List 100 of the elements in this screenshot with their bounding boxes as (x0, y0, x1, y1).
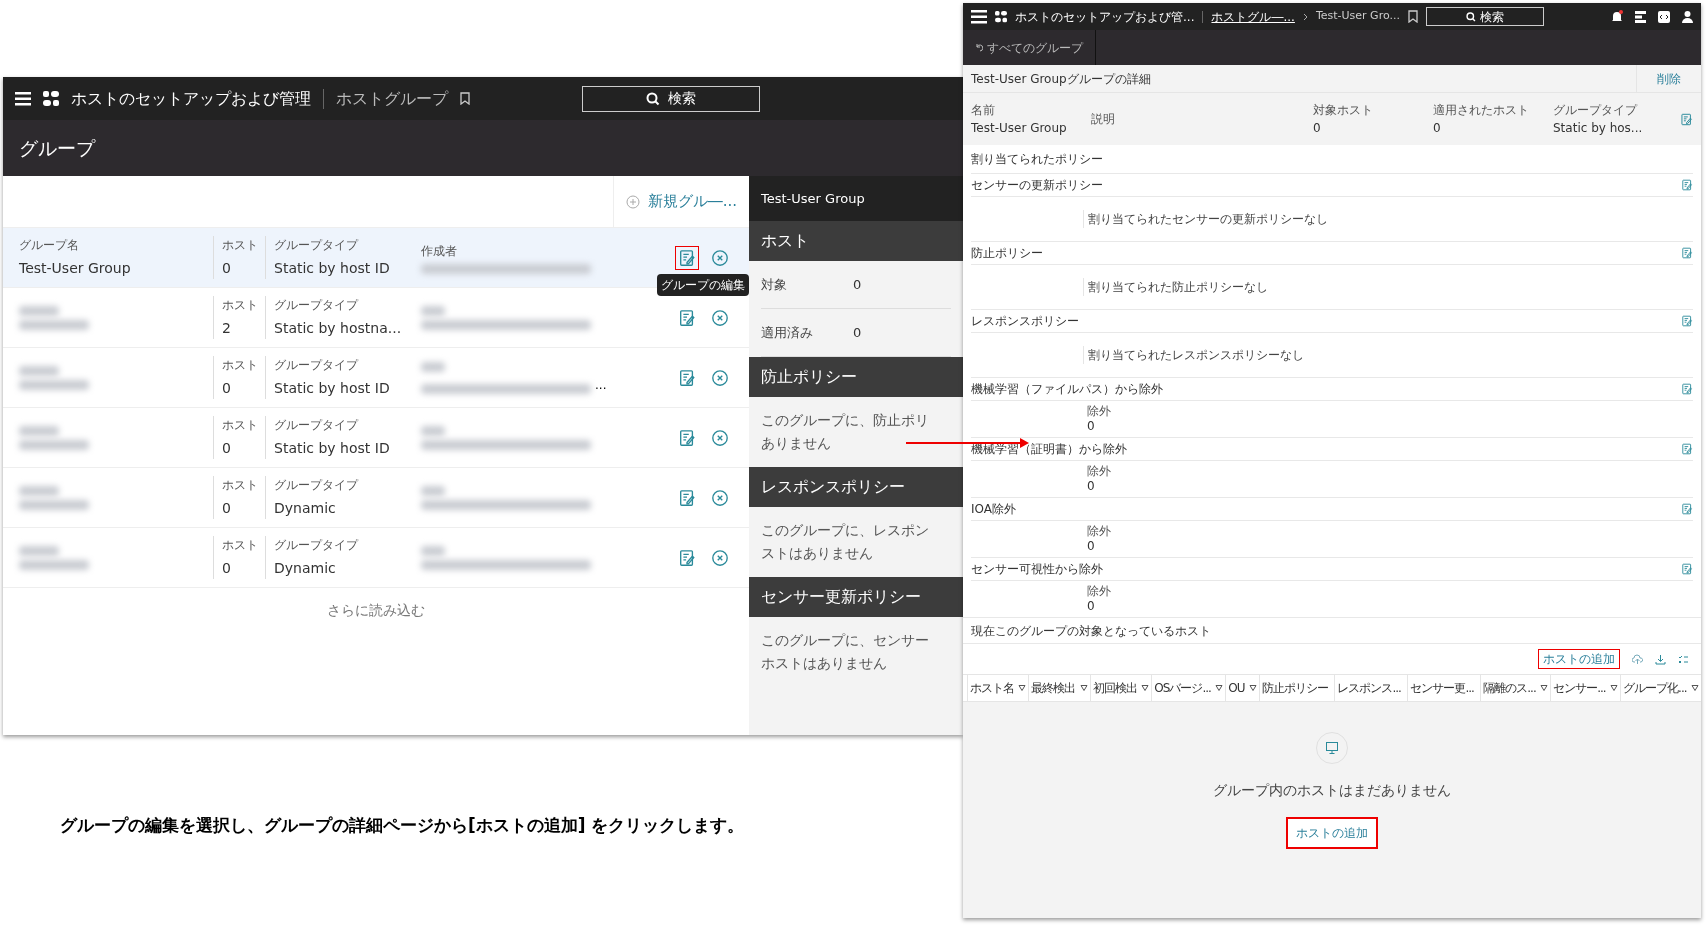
field-label: 対象ホスト (1313, 102, 1374, 119)
edit-icon[interactable] (1681, 315, 1693, 327)
group-row[interactable]: ホスト 0 グループタイプ Static by host ID (3, 408, 749, 468)
download-icon[interactable] (1655, 653, 1666, 665)
blurred-text (421, 425, 445, 436)
column-label: ホスト (222, 477, 259, 494)
app-title: ホストのセットアップおよび管... (1015, 8, 1195, 26)
column-header[interactable]: 初回検出 (1089, 675, 1152, 701)
list-icon[interactable] (1635, 10, 1646, 23)
upload-icon[interactable] (1632, 653, 1643, 665)
count-label: 除外 (1087, 584, 1112, 599)
user-icon[interactable] (1682, 10, 1693, 23)
field-label: グループタイプ (1553, 102, 1639, 119)
breadcrumb-link[interactable]: ホストグループ (336, 86, 448, 111)
column-header[interactable]: レスポンス... (1334, 675, 1408, 701)
group-row[interactable]: ホスト 0 グループタイプ Static by host ID ... (3, 348, 749, 408)
close-icon[interactable] (711, 248, 729, 267)
policy-heading: センサーの更新ポリシー (971, 177, 1103, 194)
column-label: グループタイプ (274, 297, 360, 314)
group-type: Static by hostna... (274, 319, 403, 338)
close-icon[interactable] (711, 308, 729, 327)
add-host-button[interactable]: ホストの追加 (1286, 817, 1378, 849)
breadcrumb-link[interactable]: ホストグル―... (1211, 7, 1295, 26)
column-header[interactable]: グループ化... (1620, 675, 1701, 701)
column-header[interactable]: 最終検出 (1028, 675, 1090, 701)
edit-icon[interactable] (1681, 179, 1693, 191)
filter-icon[interactable] (1215, 684, 1224, 692)
filter-icon[interactable] (1079, 684, 1088, 692)
filter-icon[interactable] (1141, 684, 1150, 692)
column-header[interactable]: OSバージ... (1151, 675, 1226, 701)
column-header[interactable]: ホスト名 (967, 675, 1029, 701)
close-icon[interactable] (711, 428, 729, 447)
column-header[interactable]: OU (1225, 675, 1259, 701)
edit-icon[interactable] (1681, 247, 1693, 259)
count-value: 0 (1087, 539, 1096, 554)
field-label: 適用されたホスト (1433, 102, 1530, 119)
policy-heading: レスポンスポリシー (971, 313, 1079, 330)
group-type: Static by host ID (274, 439, 391, 458)
load-more-link[interactable]: さらに読み込む (327, 600, 425, 621)
count-label: 除外 (1087, 524, 1112, 539)
count-value: 0 (1087, 599, 1096, 614)
blurred-text (19, 305, 59, 316)
column-label: グループタイプ (274, 417, 360, 434)
bookmark-icon[interactable] (460, 92, 470, 105)
panel-text: このグループに、センサー (761, 631, 930, 650)
host-count: 0 (222, 439, 232, 458)
close-icon[interactable] (711, 488, 729, 507)
count-value: 0 (1087, 479, 1096, 494)
checklist-icon[interactable] (1678, 653, 1689, 665)
search-field[interactable]: 検索 (582, 85, 760, 112)
panel-text: このグループに、レスポン (761, 521, 930, 540)
section-heading: ホスト (761, 230, 809, 252)
edit-icon[interactable] (1681, 443, 1693, 455)
group-name: Test-User Group (19, 259, 132, 278)
section-heading: レスポンスポリシー (761, 476, 905, 498)
bell-icon[interactable] (1611, 10, 1623, 23)
column-header[interactable]: センサー... (1550, 675, 1621, 701)
empty-message: グループ内のホストはまだありません (1213, 781, 1451, 800)
filter-icon[interactable] (1610, 684, 1619, 692)
add-host-link[interactable]: ホストの追加 (1538, 649, 1620, 669)
blurred-text (19, 559, 89, 570)
panel-text: ストはありません (761, 544, 874, 563)
field-value: 0 (1433, 120, 1442, 137)
code-icon[interactable] (1658, 10, 1670, 23)
filter-icon[interactable] (1249, 684, 1257, 692)
blurred-text (421, 361, 445, 372)
group-type: Dynamic (274, 499, 337, 518)
menu-icon[interactable] (971, 9, 987, 24)
close-icon[interactable] (711, 548, 729, 567)
blurred-text (19, 319, 89, 330)
blurred-text (19, 485, 59, 496)
filter-icon[interactable] (1691, 684, 1699, 692)
delete-button[interactable]: 削除 (1636, 65, 1701, 92)
column-header[interactable]: 隔離のス... (1480, 675, 1551, 701)
edit-icon[interactable] (1680, 112, 1693, 126)
section-heading: センサー更新ポリシー (761, 586, 921, 608)
stat-value: 0 (853, 275, 862, 294)
stat-label: 適用済み (761, 323, 814, 342)
edit-icon[interactable] (1681, 563, 1693, 575)
blurred-text (19, 439, 89, 450)
column-label: ホスト (222, 297, 259, 314)
column-header[interactable]: センサー更... (1407, 675, 1481, 701)
close-icon[interactable] (711, 368, 729, 387)
edit-icon[interactable] (1681, 503, 1693, 515)
filter-icon[interactable] (1018, 684, 1027, 692)
policy-heading: 機械学習（ファイルパス）から除外 (971, 381, 1163, 398)
section-title: 割り当てられたポリシー (971, 151, 1104, 168)
filter-icon[interactable] (1540, 684, 1549, 692)
group-row[interactable]: ホスト 0 グループタイプ Dynamic (3, 528, 749, 588)
stat-label: 対象 (761, 275, 788, 294)
edit-icon[interactable] (1681, 383, 1693, 395)
search-field[interactable]: 検索 (1425, 7, 1544, 26)
group-row[interactable]: ホスト 0 グループタイプ Dynamic (3, 468, 749, 528)
column-label: 作成者 (421, 242, 458, 260)
page-title: グループ (19, 135, 95, 161)
empty-policy-text: 割り当てられたセンサーの更新ポリシーなし (1083, 210, 1328, 228)
column-header[interactable]: 防止ポリシー (1259, 675, 1335, 701)
host-count: 2 (222, 319, 232, 338)
bookmark-icon[interactable] (1407, 10, 1418, 23)
menu-icon[interactable] (15, 91, 31, 106)
